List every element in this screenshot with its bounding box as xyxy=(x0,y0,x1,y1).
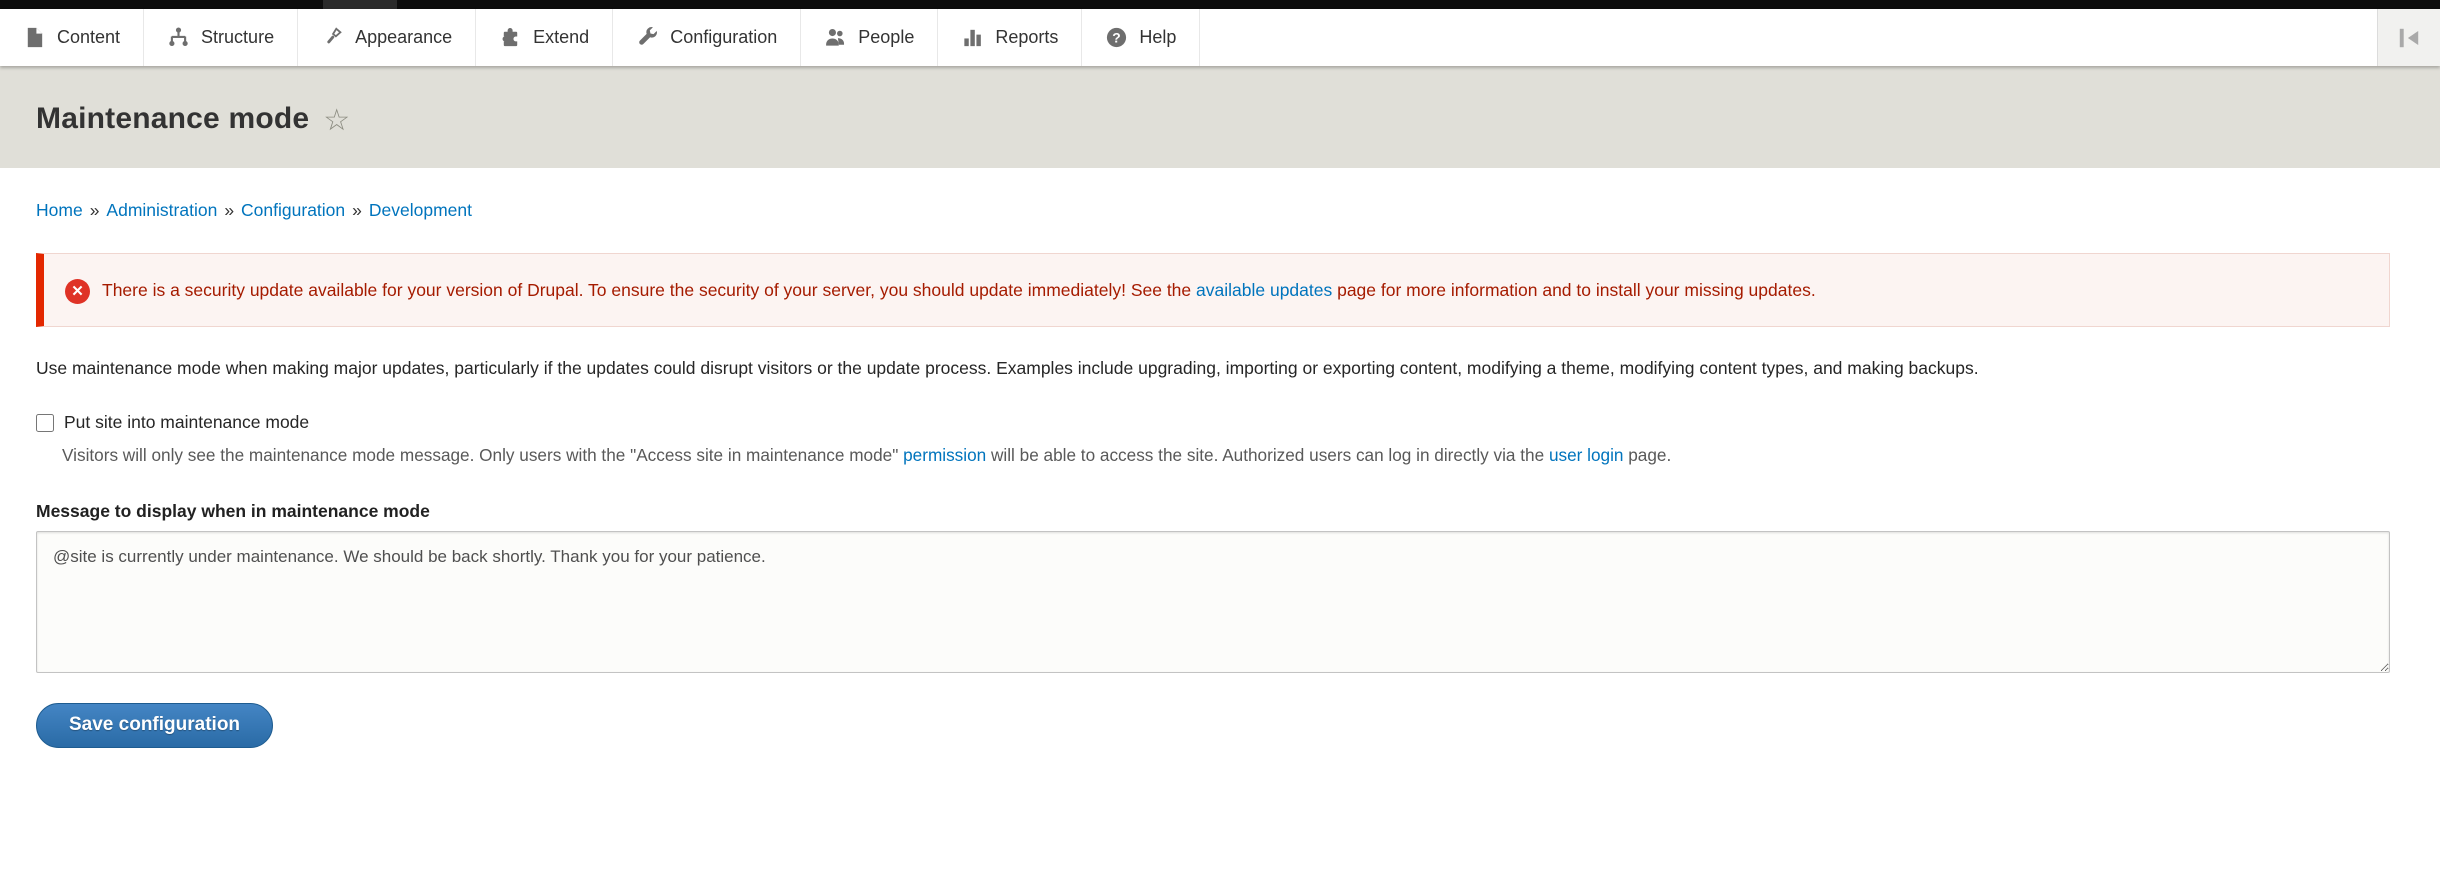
toolbar-item-label: Extend xyxy=(533,27,589,48)
maintenance-mode-description: Visitors will only see the maintenance m… xyxy=(62,443,2390,469)
description-text-middle: will be able to access the site. Authori… xyxy=(986,445,1549,465)
toolbar-item-label: People xyxy=(858,27,914,48)
content-icon xyxy=(23,26,46,49)
toolbar-collapse-button[interactable] xyxy=(2377,9,2440,66)
admin-bar-active-tab-edge xyxy=(323,0,397,9)
toolbar-item-configuration[interactable]: Configuration xyxy=(613,9,801,66)
maintenance-mode-checkbox-label[interactable]: Put site into maintenance mode xyxy=(64,412,309,433)
toolbar-item-structure[interactable]: Structure xyxy=(144,9,298,66)
available-updates-link[interactable]: available updates xyxy=(1196,280,1332,300)
svg-text:?: ? xyxy=(1113,29,1121,45)
error-x-icon: ✕ xyxy=(65,279,90,304)
toolbar-item-extend[interactable]: Extend xyxy=(476,9,613,66)
user-login-link[interactable]: user login xyxy=(1549,445,1624,465)
error-message-text: There is a security update available for… xyxy=(65,276,2363,304)
description-text-before: Visitors will only see the maintenance m… xyxy=(62,445,903,465)
breadcrumb-link-development[interactable]: Development xyxy=(369,200,472,220)
reports-icon xyxy=(961,26,984,49)
breadcrumb: Home » Administration » Configuration » Develo… xyxy=(0,168,2440,221)
page-header: Maintenance mode ☆ xyxy=(0,66,2440,168)
toolbar-menu: Content Structure Appearance xyxy=(0,9,1200,66)
toolbar-item-label: Appearance xyxy=(355,27,452,48)
extend-icon xyxy=(499,26,522,49)
error-text-after: page for more information and to install… xyxy=(1332,280,1815,300)
toolbar-item-reports[interactable]: Reports xyxy=(938,9,1082,66)
form-actions: Save configuration xyxy=(36,703,2404,748)
breadcrumb-separator: » xyxy=(224,200,234,220)
toolbar-item-label: Help xyxy=(1139,27,1176,48)
appearance-icon xyxy=(321,26,344,49)
maintenance-message-textarea[interactable]: @site is currently under maintenance. We… xyxy=(36,531,2390,673)
maintenance-mode-checkbox[interactable] xyxy=(36,414,54,432)
maintenance-intro-text: Use maintenance mode when making major u… xyxy=(36,355,2390,382)
page-title: Maintenance mode xyxy=(36,102,309,135)
toolbar-item-label: Structure xyxy=(201,27,274,48)
help-icon: ? xyxy=(1105,26,1128,49)
error-message-box: ✕ There is a security update available f… xyxy=(36,253,2390,327)
toolbar-item-label: Reports xyxy=(995,27,1058,48)
description-text-after: page. xyxy=(1623,445,1671,465)
toolbar: Content Structure Appearance xyxy=(0,9,2440,66)
favorite-star-icon[interactable]: ☆ xyxy=(323,103,350,138)
breadcrumb-separator: » xyxy=(352,200,362,220)
structure-icon xyxy=(167,26,190,49)
toolbar-item-label: Content xyxy=(57,27,120,48)
breadcrumb-separator: » xyxy=(90,200,100,220)
people-icon xyxy=(824,26,847,49)
maintenance-mode-form-item: Put site into maintenance mode xyxy=(36,412,2404,433)
toolbar-item-appearance[interactable]: Appearance xyxy=(298,9,476,66)
admin-bar xyxy=(0,0,2440,9)
maintenance-message-label: Message to display when in maintenance m… xyxy=(36,501,2404,522)
toolbar-item-help[interactable]: ? Help xyxy=(1082,9,1200,66)
toolbar-item-people[interactable]: People xyxy=(801,9,938,66)
permission-link[interactable]: permission xyxy=(903,445,986,465)
error-text-before: There is a security update available for… xyxy=(102,280,1196,300)
breadcrumb-link-home[interactable]: Home xyxy=(36,200,83,220)
toolbar-collapse-icon xyxy=(2396,25,2422,51)
configuration-icon xyxy=(636,26,659,49)
breadcrumb-link-administration[interactable]: Administration xyxy=(106,200,217,220)
save-configuration-button[interactable]: Save configuration xyxy=(36,703,273,748)
breadcrumb-link-configuration[interactable]: Configuration xyxy=(241,200,345,220)
toolbar-item-content[interactable]: Content xyxy=(0,9,144,66)
toolbar-item-label: Configuration xyxy=(670,27,777,48)
